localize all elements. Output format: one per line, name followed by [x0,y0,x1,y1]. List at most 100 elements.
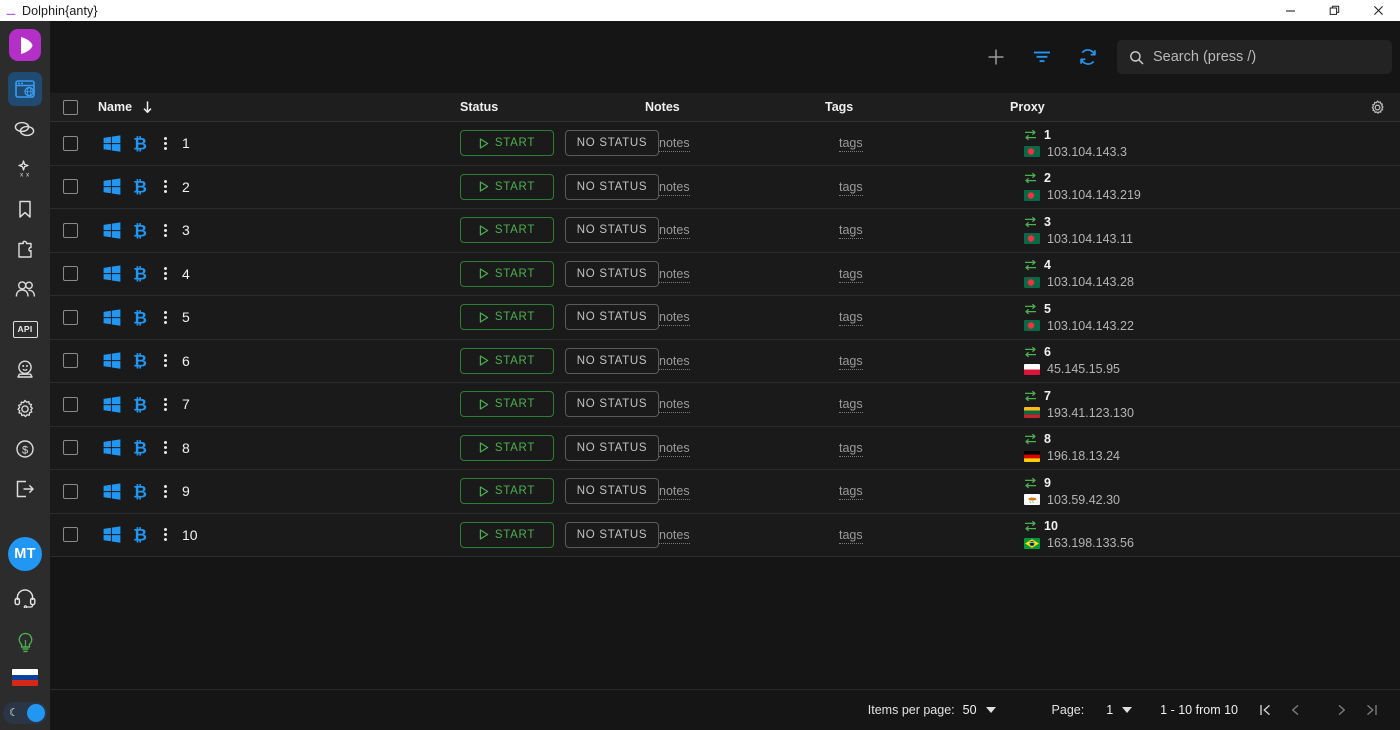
first-page-button[interactable] [1250,695,1280,725]
tags-link[interactable]: tags [839,484,863,501]
sidebar-item-browser-profiles[interactable] [8,72,42,106]
filter-button[interactable] [1019,37,1065,77]
status-badge[interactable]: NO STATUS [565,260,659,287]
select-all-checkbox[interactable] [50,99,90,115]
status-badge[interactable]: NO STATUS [565,521,659,548]
search-input[interactable]: Search (press /) [1117,40,1392,74]
sidebar-item-automation[interactable] [8,352,42,386]
row-checkbox[interactable] [50,440,90,456]
flag-ru-icon[interactable] [12,669,38,686]
table-row[interactable]: ₿ 9 START NO STATUS notes tags 9 103.59.… [50,470,1400,514]
notes-link[interactable]: notes [659,179,690,196]
page-chevron-down-icon[interactable] [1122,707,1133,713]
sidebar-item-extensions[interactable] [8,232,42,266]
tags-link[interactable]: tags [839,397,863,414]
tags-link[interactable]: tags [839,353,863,370]
sidebar-item-settings[interactable] [8,392,42,426]
tags-link[interactable]: tags [839,266,863,283]
start-button[interactable]: START [460,260,554,287]
start-button[interactable]: START [460,521,554,548]
table-row[interactable]: ₿ 2 START NO STATUS notes tags 2 103.104… [50,165,1400,209]
notes-link[interactable]: notes [659,484,690,501]
row-checkbox[interactable] [50,309,90,325]
add-profile-button[interactable] [973,37,1019,77]
sidebar-item-tips[interactable] [8,625,42,659]
table-row[interactable]: ₿ 1 START NO STATUS notes tags 1 103.104… [50,122,1400,166]
kebab-menu-icon[interactable] [154,397,176,411]
start-button[interactable]: START [460,304,554,331]
kebab-menu-icon[interactable] [154,310,176,324]
column-header-name[interactable]: Name [90,100,460,114]
row-checkbox[interactable] [50,483,90,499]
notes-link[interactable]: notes [659,136,690,153]
status-badge[interactable]: NO STATUS [565,304,659,331]
column-header-notes[interactable]: Notes [645,100,825,114]
start-button[interactable]: START [460,347,554,374]
row-checkbox[interactable] [50,527,90,543]
tags-link[interactable]: tags [839,527,863,544]
avatar[interactable]: MT [8,537,42,571]
row-checkbox[interactable] [50,179,90,195]
page-value[interactable]: 1 [1106,703,1113,717]
app-logo[interactable] [9,29,41,61]
sidebar-item-bookmarks[interactable] [8,192,42,226]
restore-button[interactable] [1312,0,1356,21]
tags-link[interactable]: tags [839,223,863,240]
kebab-menu-icon[interactable] [154,223,176,237]
status-badge[interactable]: NO STATUS [565,173,659,200]
notes-link[interactable]: notes [659,397,690,414]
last-page-button[interactable] [1356,695,1386,725]
sidebar-item-support[interactable] [8,581,42,615]
notes-link[interactable]: notes [659,440,690,457]
kebab-menu-icon[interactable] [154,441,176,455]
tags-link[interactable]: tags [839,179,863,196]
refresh-button[interactable] [1065,37,1111,77]
next-page-button[interactable] [1326,695,1356,725]
sidebar-item-cookie-robot[interactable]: x x [8,152,42,186]
start-button[interactable]: START [460,434,554,461]
notes-link[interactable]: notes [659,310,690,327]
kebab-menu-icon[interactable] [154,267,176,281]
table-row[interactable]: ₿ 3 START NO STATUS notes tags 3 103.104… [50,209,1400,253]
start-button[interactable]: START [460,391,554,418]
close-button[interactable] [1356,0,1400,21]
row-checkbox[interactable] [50,135,90,151]
notes-link[interactable]: notes [659,266,690,283]
kebab-menu-icon[interactable] [154,136,176,150]
column-header-tags[interactable]: Tags [825,100,1010,114]
start-button[interactable]: START [460,217,554,244]
status-badge[interactable]: NO STATUS [565,391,659,418]
row-checkbox[interactable] [50,396,90,412]
row-checkbox[interactable] [50,222,90,238]
table-row[interactable]: ₿ 7 START NO STATUS notes tags 7 193.41.… [50,383,1400,427]
table-row[interactable]: ₿ 6 START NO STATUS notes tags 6 45.145.… [50,339,1400,383]
table-row[interactable]: ₿ 4 START NO STATUS notes tags 4 103.104… [50,252,1400,296]
sidebar-item-quick-links[interactable] [8,112,42,146]
table-row[interactable]: ₿ 10 START NO STATUS notes tags 10 163.1… [50,513,1400,557]
kebab-menu-icon[interactable] [154,528,176,542]
kebab-menu-icon[interactable] [154,484,176,498]
kebab-menu-icon[interactable] [154,354,176,368]
tags-link[interactable]: tags [839,136,863,153]
prev-page-button[interactable] [1280,695,1310,725]
status-badge[interactable]: NO STATUS [565,347,659,374]
start-button[interactable]: START [460,130,554,157]
items-per-page-chevron-down-icon[interactable] [985,707,996,713]
column-header-status[interactable]: Status [460,100,645,114]
status-badge[interactable]: NO STATUS [565,130,659,157]
minimize-button[interactable] [1268,0,1312,21]
sidebar-item-billing[interactable]: $ [8,432,42,466]
status-badge[interactable]: NO STATUS [565,434,659,461]
sidebar-item-logout[interactable] [8,472,42,506]
column-header-proxy[interactable]: Proxy [1010,100,1354,114]
row-checkbox[interactable] [50,353,90,369]
notes-link[interactable]: notes [659,353,690,370]
tags-link[interactable]: tags [839,440,863,457]
row-checkbox[interactable] [50,266,90,282]
sidebar-item-team[interactable] [8,272,42,306]
table-row[interactable]: ₿ 8 START NO STATUS notes tags 8 196.18.… [50,426,1400,470]
sidebar-item-api[interactable]: API [8,312,42,346]
notes-link[interactable]: notes [659,223,690,240]
start-button[interactable]: START [460,173,554,200]
items-per-page-value[interactable]: 50 [963,703,977,717]
